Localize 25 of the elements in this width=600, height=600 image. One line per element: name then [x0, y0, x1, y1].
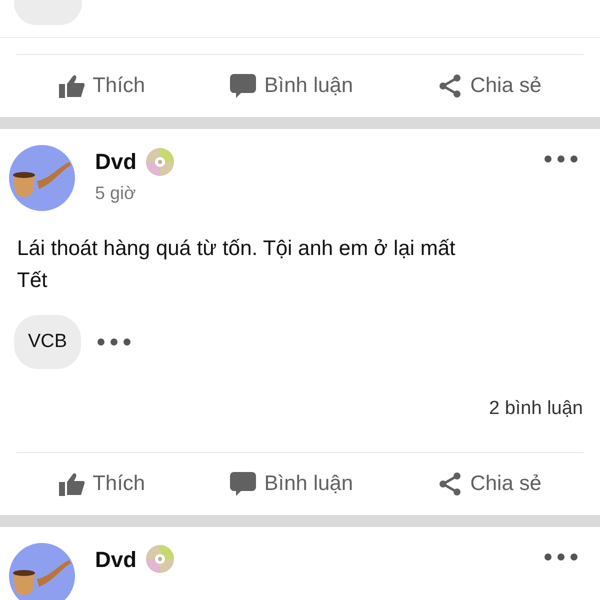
author-name[interactable]: Dvd — [95, 145, 137, 178]
action-button[interactable]: Bình luận — [222, 66, 362, 106]
share-icon — [438, 472, 462, 496]
action-button[interactable]: Thích — [50, 66, 154, 106]
disc-icon — [144, 146, 175, 176]
comment-count[interactable]: 2 bình luận — [488, 395, 583, 424]
speech-bubble-icon — [230, 74, 256, 98]
avatar[interactable] — [9, 542, 75, 600]
avatar[interactable] — [9, 145, 75, 211]
more-icon[interactable] — [97, 338, 132, 346]
thumbs-up-icon — [58, 74, 85, 98]
post-time: 5 giờ — [95, 182, 137, 205]
action-button[interactable]: Chia sẻ — [430, 464, 550, 504]
share-icon — [438, 74, 462, 98]
action-button[interactable]: Bình luận — [222, 464, 362, 504]
tag-pill[interactable]: VCB — [14, 315, 82, 369]
speech-bubble-icon — [230, 472, 256, 496]
disc-icon — [144, 544, 175, 574]
action-button[interactable]: Thích — [50, 464, 154, 504]
more-icon[interactable] — [544, 155, 578, 163]
thumbs-up-icon — [58, 472, 85, 496]
action-button[interactable]: Chia sẻ — [430, 66, 550, 106]
author-name[interactable]: Dvd — [95, 542, 137, 576]
more-icon[interactable] — [544, 552, 578, 560]
post-text: Lái thoát hàng quá từ tốn. Tội anh em ở lại mất Tết — [16, 236, 456, 294]
